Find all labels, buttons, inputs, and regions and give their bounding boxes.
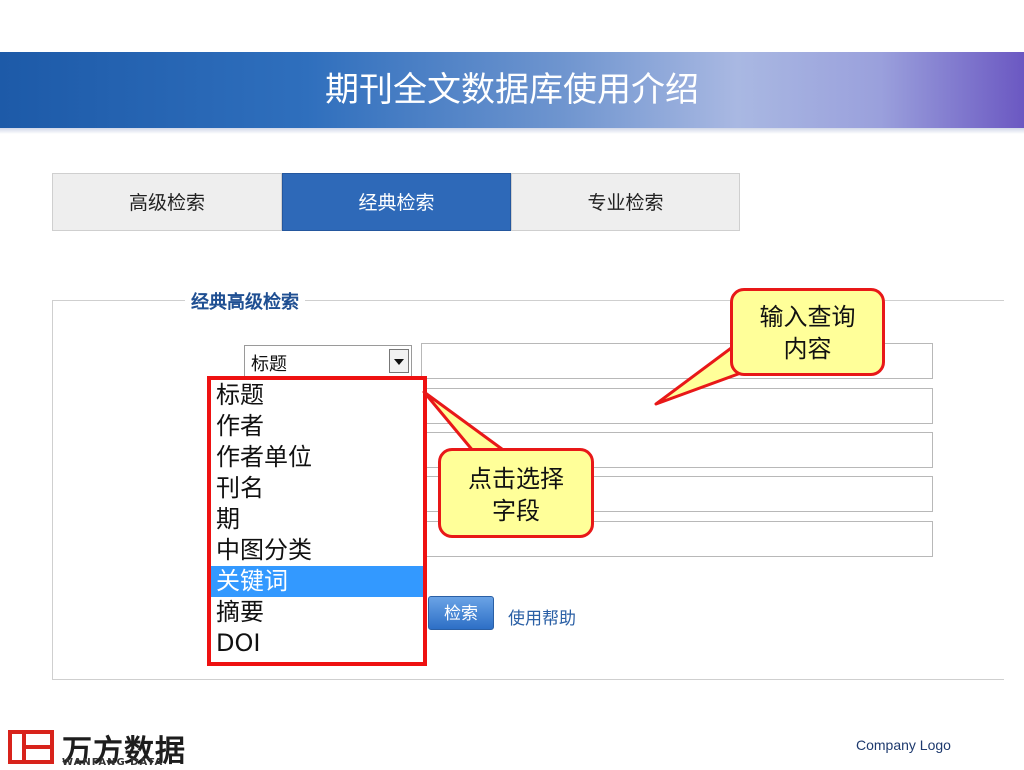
callout-pointer-select: [422, 390, 508, 454]
callout-line: 输入查询: [759, 303, 856, 331]
wanfang-logo-icon: [8, 730, 54, 764]
callout-input-query: 输入查询 内容: [730, 288, 885, 376]
brand-name-en: WANFANG DATA: [62, 757, 164, 768]
callout-line: 点击选择: [468, 465, 564, 493]
callout-line: 字段: [492, 497, 540, 525]
callout-line: 内容: [783, 335, 832, 363]
callout-select-field: 点击选择 字段: [438, 448, 594, 538]
callout-pointers: [422, 338, 762, 454]
company-logo-text: Company Logo: [856, 737, 951, 753]
